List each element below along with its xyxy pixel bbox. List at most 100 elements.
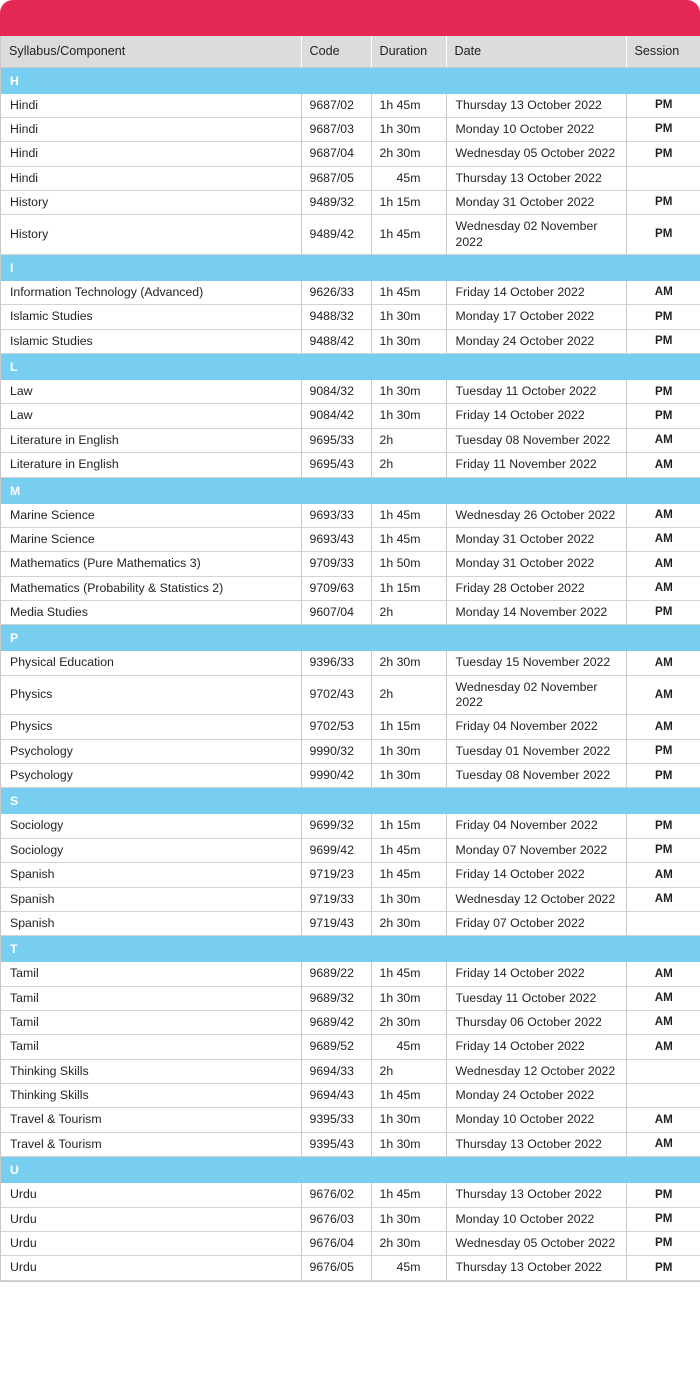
table-row[interactable]: Law 9084/42 1h 30m Friday 14 October 2022 PM bbox=[1, 403, 700, 429]
table-row[interactable]: Travel & Tourism 9395/33 1h 30m Monday 10 O… bbox=[1, 1107, 700, 1133]
cell-syllabus: Law bbox=[1, 380, 302, 405]
cell-session: AM bbox=[626, 551, 700, 577]
table-row[interactable]: Urdu 9676/05 45m Thursday 13 October 2022 PM bbox=[1, 1255, 700, 1281]
table-row[interactable]: Tamil 9689/52 45m Friday 14 October 2022 AM bbox=[1, 1034, 700, 1060]
cell-date: Thursday 06 October 2022 bbox=[446, 1010, 627, 1036]
table-row[interactable]: Marine Science 9693/43 1h 45m Monday 31 Oct… bbox=[1, 527, 700, 553]
cell-code: 9693/43 bbox=[301, 527, 372, 553]
table-row[interactable]: Spanish 9719/23 1h 45m Friday 14 October 20… bbox=[1, 862, 700, 888]
table-row[interactable]: Psychology 9990/42 1h 30m Tuesday 08 Novemb… bbox=[1, 763, 700, 789]
table-row[interactable]: Travel & Tourism 9395/43 1h 30m Thursday 13… bbox=[1, 1132, 700, 1158]
cell-code: 9695/33 bbox=[301, 428, 372, 454]
cell-duration: 2h 30m bbox=[371, 1010, 447, 1036]
cell-code: 9488/42 bbox=[301, 329, 372, 355]
group-letter: P bbox=[1, 624, 700, 652]
table-row[interactable]: History 9489/32 1h 15m Monday 31 October 20… bbox=[1, 190, 700, 216]
table-row[interactable]: Tamil 9689/32 1h 30m Tuesday 11 October 202… bbox=[1, 986, 700, 1012]
table-row[interactable]: Urdu 9676/02 1h 45m Thursday 13 October 202… bbox=[1, 1183, 700, 1208]
table-row[interactable]: Islamic Studies 9488/42 1h 30m Monday 24 Oc… bbox=[1, 329, 700, 355]
table-row[interactable]: Thinking Skills 9694/33 2h Wednesday 12 Oct… bbox=[1, 1059, 700, 1085]
table-row[interactable]: Marine Science 9693/33 1h 45m Wednesday 26 … bbox=[1, 503, 700, 528]
cell-duration: 1h 30m bbox=[371, 403, 447, 429]
cell-date: Tuesday 08 November 2022 bbox=[446, 763, 627, 789]
table-row[interactable]: Physics 9702/53 1h 15m Friday 04 November 2… bbox=[1, 714, 700, 740]
cell-code: 9687/04 bbox=[301, 141, 372, 167]
cell-session: PM bbox=[626, 380, 700, 405]
cell-date: Thursday 13 October 2022 bbox=[446, 1183, 627, 1208]
cell-code: 9689/22 bbox=[301, 962, 372, 987]
table-row[interactable]: Spanish 9719/43 2h 30m Friday 07 October 20… bbox=[1, 911, 700, 937]
cell-syllabus: Islamic Studies bbox=[1, 304, 302, 330]
cell-code: 9687/02 bbox=[301, 93, 372, 118]
cell-syllabus: Hindi bbox=[1, 93, 302, 118]
table-row[interactable]: Thinking Skills 9694/43 1h 45m Monday 24 Oc… bbox=[1, 1083, 700, 1109]
cell-date: Tuesday 15 November 2022 bbox=[446, 651, 627, 676]
cell-code: 9689/52 bbox=[301, 1034, 372, 1060]
cell-date: Monday 14 November 2022 bbox=[446, 600, 627, 626]
table-row[interactable]: Hindi 9687/03 1h 30m Monday 10 October 2022… bbox=[1, 117, 700, 143]
cell-date: Thursday 13 October 2022 bbox=[446, 1132, 627, 1158]
cell-code: 9489/32 bbox=[301, 190, 372, 216]
table-row[interactable]: Sociology 9699/42 1h 45m Monday 07 November… bbox=[1, 838, 700, 864]
cell-date: Friday 14 October 2022 bbox=[446, 1034, 627, 1060]
cell-code: 9709/33 bbox=[301, 551, 372, 577]
table-row[interactable]: Law 9084/32 1h 30m Tuesday 11 October 2022 P… bbox=[1, 380, 700, 405]
table-row[interactable]: Tamil 9689/22 1h 45m Friday 14 October 2022… bbox=[1, 962, 700, 987]
group-header-row: U bbox=[1, 1156, 700, 1184]
cell-duration: 1h 45m bbox=[371, 838, 447, 864]
cell-session: PM bbox=[626, 117, 700, 143]
column-header-session: Session bbox=[626, 36, 700, 68]
cell-date: Thursday 13 October 2022 bbox=[446, 93, 627, 118]
table-row[interactable]: Physics 9702/43 2h Wednesday 02 November 20… bbox=[1, 675, 700, 716]
cell-date: Friday 14 October 2022 bbox=[446, 862, 627, 888]
cell-syllabus: Marine Science bbox=[1, 503, 302, 528]
cell-date: Friday 14 October 2022 bbox=[446, 962, 627, 987]
group-header-row: S bbox=[1, 787, 700, 815]
table-row[interactable]: Islamic Studies 9488/32 1h 30m Monday 17 Oc… bbox=[1, 304, 700, 330]
cell-code: 9694/43 bbox=[301, 1083, 372, 1109]
table-row[interactable]: Sociology 9699/32 1h 15m Friday 04 November… bbox=[1, 814, 700, 839]
cell-date: Friday 14 October 2022 bbox=[446, 281, 627, 306]
table-row[interactable]: Urdu 9676/04 2h 30m Wednesday 05 October 20… bbox=[1, 1231, 700, 1257]
cell-session: AM bbox=[626, 714, 700, 740]
cell-date: Wednesday 12 October 2022 bbox=[446, 887, 627, 912]
table-row[interactable]: Information Technology (Advanced) 9626/33… bbox=[1, 281, 700, 306]
cell-duration: 45m bbox=[371, 1255, 447, 1281]
cell-syllabus: Spanish bbox=[1, 911, 302, 937]
cell-syllabus: Urdu bbox=[1, 1183, 302, 1208]
cell-duration: 1h 30m bbox=[371, 380, 447, 405]
cell-session: AM bbox=[626, 452, 700, 478]
table-row[interactable]: Urdu 9676/03 1h 30m Monday 10 October 2022 P… bbox=[1, 1207, 700, 1232]
table-row[interactable]: Media Studies 9607/04 2h Monday 14 November… bbox=[1, 600, 700, 626]
cell-session: EV bbox=[626, 1059, 700, 1085]
cell-code: 9702/43 bbox=[301, 675, 372, 716]
cell-date: Wednesday 05 October 2022 bbox=[446, 141, 627, 167]
group-letter: T bbox=[1, 935, 700, 963]
table-row[interactable]: Hindi 9687/04 2h 30m Wednesday 05 October 2… bbox=[1, 141, 700, 167]
table-row[interactable]: History 9489/42 1h 45m Wednesday 02 Novembe… bbox=[1, 214, 700, 256]
table-row[interactable]: Literature in English 9695/33 2h Tuesday 08… bbox=[1, 428, 700, 454]
cell-code: 9719/33 bbox=[301, 887, 372, 912]
table-row[interactable]: Physical Education 9396/33 2h 30m Tuesday 1… bbox=[1, 651, 700, 676]
table-row[interactable]: Spanish 9719/33 1h 30m Wednesday 12 October… bbox=[1, 887, 700, 912]
cell-code: 9689/32 bbox=[301, 986, 372, 1012]
cell-session: PM bbox=[626, 329, 700, 355]
table-row[interactable]: Psychology 9990/32 1h 30m Tuesday 01 Novemb… bbox=[1, 739, 700, 765]
table-row[interactable]: Tamil 9689/42 2h 30m Thursday 06 October 20… bbox=[1, 1010, 700, 1036]
cell-date: Wednesday 12 October 2022 bbox=[446, 1059, 627, 1085]
table-row[interactable]: Mathematics (Probability & Statistics 2)… bbox=[1, 576, 700, 601]
table-row[interactable]: Hindi 9687/05 45m Thursday 13 October 2022 E… bbox=[1, 166, 700, 191]
table-row[interactable]: Mathematics (Pure Mathematics 3) 9709/33 1… bbox=[1, 551, 700, 577]
cell-duration: 1h 45m bbox=[371, 1083, 447, 1109]
cell-session: AM bbox=[626, 527, 700, 553]
cell-date: Monday 10 October 2022 bbox=[446, 1107, 627, 1133]
cell-session: PM bbox=[626, 304, 700, 330]
cell-code: 9694/33 bbox=[301, 1059, 372, 1085]
table-row[interactable]: Literature in English 9695/43 2h Friday 11 … bbox=[1, 452, 700, 478]
cell-syllabus: Physical Education bbox=[1, 651, 302, 676]
cell-date: Friday 04 November 2022 bbox=[446, 714, 627, 740]
brand-header-bar bbox=[0, 0, 700, 36]
table-header: Syllabus/Component Code Duration Date Se… bbox=[1, 36, 700, 68]
cell-session: PM bbox=[626, 838, 700, 864]
table-row[interactable]: Hindi 9687/02 1h 45m Thursday 13 October 20… bbox=[1, 93, 700, 118]
